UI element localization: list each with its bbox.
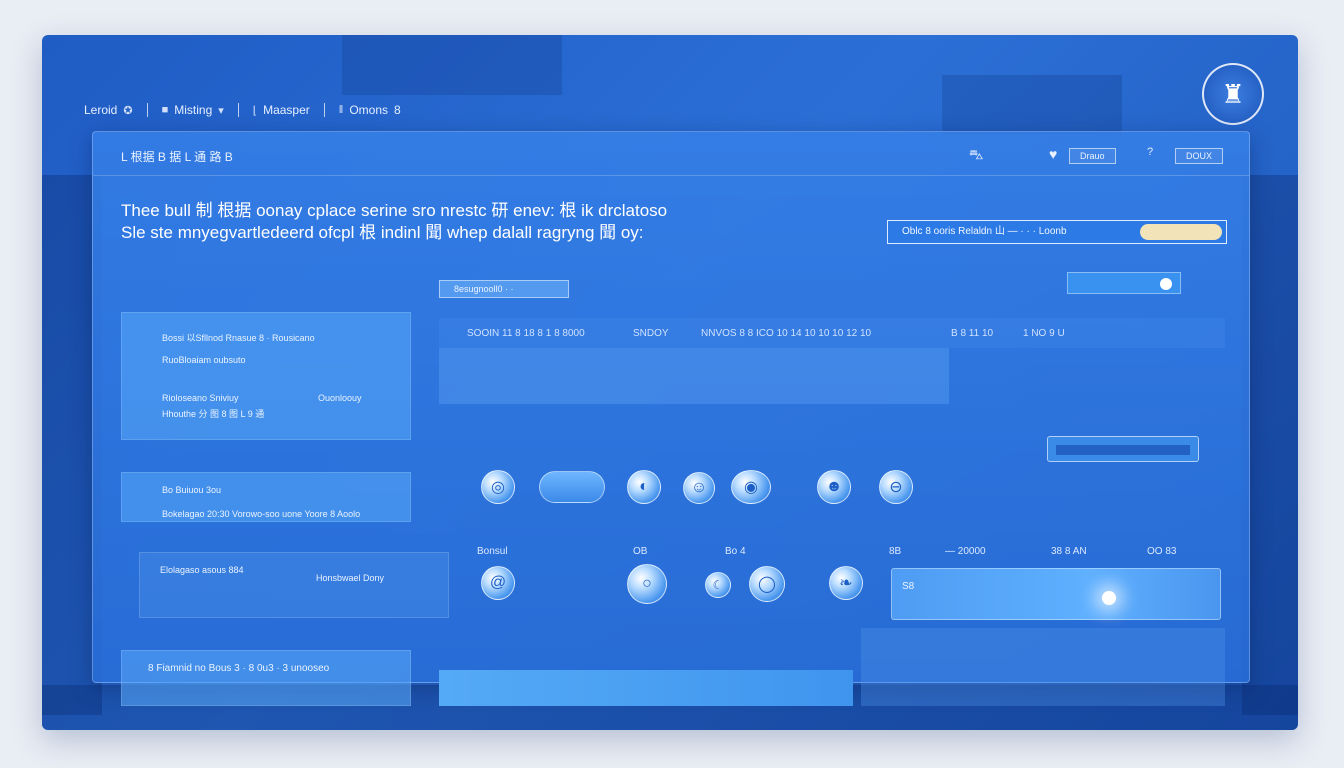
glow-indicator [1102, 591, 1116, 605]
card-title: Bossi 以Sfllnod Rnasue 8 · Rousicano [162, 333, 315, 343]
column-header[interactable]: SOOIN 11 8 18 8 1 8 8000 [467, 328, 585, 339]
globe-icon[interactable]: ◎ [481, 470, 515, 504]
column-header[interactable]: SNDOY [633, 328, 669, 339]
column-header[interactable]: 1 NO 9 U [1023, 328, 1065, 339]
card-subtitle: Bokelagao 20:30 Vorowo-soo uone Yoore 8 … [162, 509, 361, 519]
emblem-icon: ♜ [1221, 78, 1245, 109]
nav-item-misting[interactable]: ■ Misting ▾ [162, 103, 224, 117]
app-window: Leroid ✪ ■ Misting ▾ ⌊ Maasper ‖ Omons 8… [42, 35, 1298, 730]
card-subtitle: Hhouthe 分 图 8 图 L 9 通 [162, 409, 265, 419]
info-card-3[interactable]: Elolagaso asous 884 Honsbwael Dony [139, 552, 449, 618]
chat-icon[interactable]: ◐ [627, 470, 661, 504]
card-title: Rioloseano Sniviuy [162, 393, 239, 403]
card-title: Bo Buiuou 3ou [162, 485, 222, 495]
top-navigation: Leroid ✪ ■ Misting ▾ ⌊ Maasper ‖ Omons 8 [84, 99, 401, 121]
row-label: 38 8 AN [1051, 546, 1087, 557]
brand-icon: ✪ [123, 104, 133, 117]
toggle-knob [1160, 278, 1172, 290]
breadcrumb[interactable]: L 根据 B 据 L 通 路 B [121, 148, 233, 165]
row-label: — 20000 [945, 546, 986, 557]
settings-toggle[interactable] [1067, 272, 1181, 294]
status-progress [1047, 436, 1199, 462]
footer-right-block [861, 628, 1225, 706]
bar-icon: ‖ [338, 104, 344, 116]
help-icon[interactable]: ? [1147, 146, 1153, 158]
nav-label-maasper: Maasper [263, 103, 310, 117]
row-label: 8B [889, 546, 902, 557]
search-submit-pill[interactable] [1140, 224, 1222, 240]
leaf-icon[interactable]: ❧ [829, 566, 863, 600]
header-button-primary[interactable]: Drauo [1069, 148, 1116, 164]
nav-divider [323, 103, 325, 117]
face-icon[interactable]: ☻ [817, 470, 851, 504]
cloud-icon[interactable]: ☺ [683, 472, 715, 504]
column-header[interactable]: NNVOS 8 8 ICO 10 14 10 10 10 12 10 [701, 328, 871, 339]
page-headline: Thee bull 制 根据 oonay cplace serine sro n… [121, 200, 821, 244]
moon-icon[interactable]: ☾ [705, 572, 731, 598]
link-icon[interactable]: ⊖ [879, 470, 913, 504]
footer-label: 8 Fiamnid no Bous 3 · 8 0u3 · 3 unooseo [148, 663, 330, 674]
info-card-1[interactable]: Bossi 以Sfllnod Rnasue 8 · Rousicano RuoB… [121, 312, 411, 440]
footer-card[interactable]: 8 Fiamnid no Bous 3 · 8 0u3 · 3 unooseo [121, 650, 411, 706]
preview-label: S8 [902, 581, 915, 592]
panel-header: L 根据 B 据 L 通 路 B ⛍ ♥ Drauo ? DOUX [93, 132, 1249, 176]
circle-icon[interactable]: ◯ [749, 566, 785, 602]
headline-line-1: Thee bull 制 根据 oonay cplace serine sro n… [121, 201, 668, 220]
nav-label-misting: Misting [174, 103, 213, 117]
row-label: Bo 4 [725, 546, 746, 557]
filter-chip[interactable]: 8esugnooll0 · · [439, 280, 569, 298]
mic-icon[interactable]: ◉ [731, 470, 771, 504]
table-row-highlight[interactable] [439, 348, 949, 404]
at-icon[interactable]: @ [481, 566, 515, 600]
row-label: Bonsul [477, 546, 508, 557]
footer-progress-bar [439, 670, 853, 706]
bracket-icon: ⌊ [252, 104, 258, 117]
headline-line-2: Sle ste mnyegvartledeerd ofcpl 根 indinl … [121, 223, 644, 242]
car-icon[interactable]: ⛍ [969, 146, 983, 165]
preview-panel[interactable]: S8 [891, 568, 1221, 620]
nav-suffix-omons: 8 [394, 103, 401, 117]
chevron-down-icon: ▾ [218, 104, 224, 117]
search-label: Oblc 8 ooris Relaldn 山 — · · · Loonb [902, 226, 1067, 237]
info-card-2[interactable]: Bo Buiuou 3ou Bokelagao 20:30 Vorowo-soo… [121, 472, 411, 522]
nav-item-maasper[interactable]: ⌊ Maasper [253, 103, 310, 117]
card-title: Elolagaso asous 884 [160, 565, 244, 575]
emblem-badge[interactable]: ♜ [1202, 63, 1264, 125]
header-button-secondary[interactable]: DOUX [1175, 148, 1224, 164]
column-header[interactable]: B 8 11 10 [951, 328, 993, 339]
card-aside: Ouonloouy [318, 393, 362, 403]
nav-label-omons: Omons [349, 103, 388, 117]
ring-icon[interactable]: ○ [627, 564, 667, 604]
heart-icon[interactable]: ♥ [1049, 146, 1057, 162]
table-header: SOOIN 11 8 18 8 1 8 8000 SNDOY NNVOS 8 8… [439, 318, 1225, 348]
card-subtitle: Honsbwael Dony [316, 573, 385, 583]
row-label: OO 83 [1147, 546, 1177, 557]
search-input[interactable]: Oblc 8 ooris Relaldn 山 — · · · Loonb [887, 220, 1227, 244]
card-subtitle: RuoBloaiam oubsuto [162, 355, 246, 365]
nav-item-omons[interactable]: ‖ Omons 8 [339, 103, 401, 117]
nav-divider [146, 103, 148, 117]
status-progress-inner [1056, 445, 1190, 455]
nav-divider [237, 103, 239, 117]
nav-label-home: Leroid [84, 103, 118, 117]
toggle-icon[interactable] [539, 471, 605, 503]
row-label: OB [633, 546, 648, 557]
main-panel: L 根据 B 据 L 通 路 B ⛍ ♥ Drauo ? DOUX Thee b… [92, 131, 1250, 706]
nav-item-home[interactable]: Leroid ✪ [84, 103, 133, 117]
square-icon: ■ [161, 104, 169, 116]
